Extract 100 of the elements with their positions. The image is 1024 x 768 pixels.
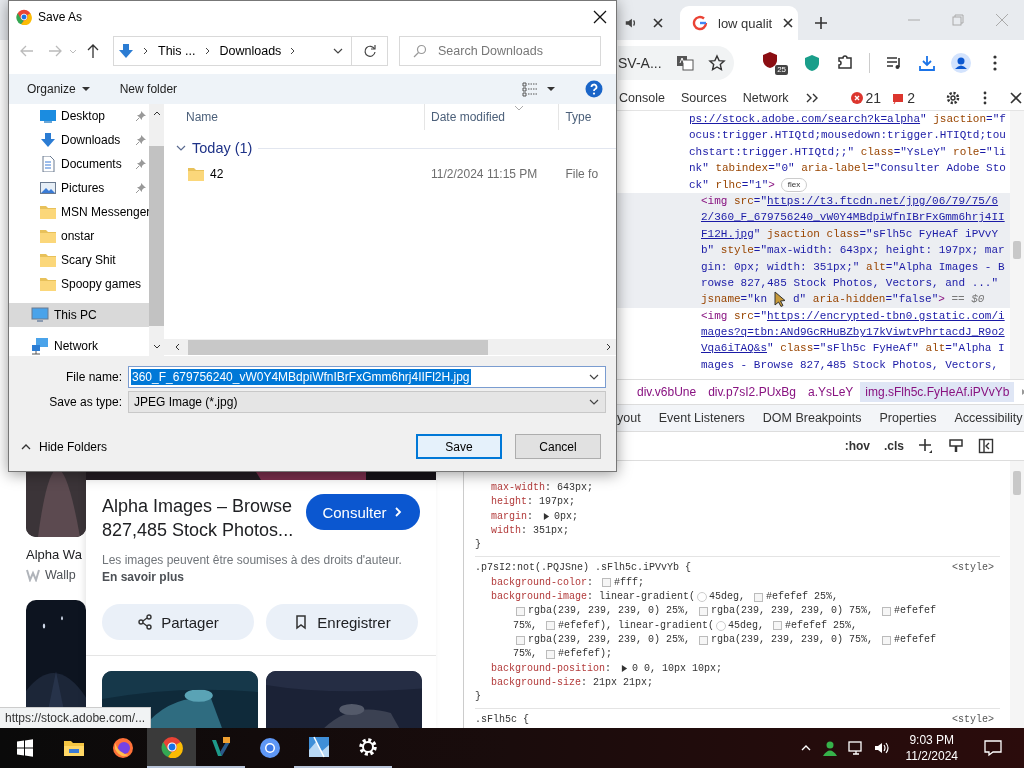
nav-item[interactable]: Pictures [9, 176, 149, 200]
css-property[interactable]: background-position [491, 661, 606, 676]
css-value[interactable]: 0px; [554, 509, 579, 524]
new-folder-button[interactable]: New folder [119, 82, 178, 96]
panel-tab[interactable]: DOM Breakpoints [762, 411, 862, 425]
column-header[interactable]: Name [164, 104, 425, 130]
address-field[interactable]: This ... Downloads [113, 36, 388, 66]
action-button[interactable]: Enregistrer [266, 604, 418, 640]
nav-item[interactable]: Scary Shit [9, 248, 149, 272]
code-text: ="sFlh5c FyHeAf iPVvY [859, 226, 999, 242]
devtools-tab[interactable]: Network [742, 90, 789, 105]
css-value[interactable]: 45deg, [728, 618, 771, 633]
address-bar[interactable]: SV-A... [618, 45, 735, 80]
group-header[interactable]: Today (1) [192, 140, 253, 156]
code-text: rowse 827,485 Stock Photos, Vectors, and ..." [701, 275, 999, 291]
css-property[interactable]: max-width [491, 481, 545, 496]
css-value[interactable]: 45deg, [709, 590, 752, 605]
css-value[interactable]: : [605, 661, 618, 676]
nav-item[interactable]: Desktop [9, 104, 149, 128]
panel-tab[interactable]: Event Listeners [658, 411, 745, 425]
css-property[interactable]: background-image [491, 590, 587, 605]
css-value[interactable]: #efefef); [558, 647, 613, 662]
code-text: chstart:trigger.HTIQtd;;" [689, 144, 855, 160]
css-value[interactable]: : 21px 21px; [581, 675, 654, 691]
breadcrumb[interactable]: div.p7sI2.PUxBg [703, 382, 801, 402]
column-header[interactable]: Type [559, 104, 616, 130]
css-value[interactable]: #fff; [614, 575, 645, 591]
code-link[interactable]: F12H.jpg [701, 225, 754, 243]
result-title[interactable]: Alpha Wa [26, 547, 86, 562]
save-button[interactable]: Save [416, 434, 502, 459]
css-value[interactable]: 75%, [513, 647, 543, 662]
code-link[interactable]: https://encrypted-tbn0.gstatic.com/i [767, 307, 1005, 325]
error-count[interactable]: 21 [865, 89, 882, 106]
visit-button[interactable]: Consulter [306, 494, 420, 530]
code-text: ="f [986, 112, 1006, 127]
css-value[interactable]: rgba(239, 239, 239, 0) 25%, [528, 632, 697, 648]
file-name-field[interactable]: 360_F_679756240_vW0Y4MBdpiWfnIBrFxGmm6hrj4IIFl2H.jpg [128, 366, 606, 388]
code-text: role [952, 144, 980, 160]
file-type-dropdown[interactable]: JPEG Image (*.jpg) [128, 391, 606, 413]
css-value[interactable]: : 643px; [545, 481, 594, 496]
nav-item[interactable]: Network [9, 334, 149, 356]
action-button[interactable]: Partager [102, 604, 254, 640]
css-value[interactable]: #efefef [894, 604, 937, 619]
css-value[interactable]: : 197px; [527, 495, 576, 510]
organize-menu[interactable]: Organize [27, 82, 90, 96]
panel-tab[interactable]: Properties [879, 411, 937, 425]
devtools-tab[interactable]: Console [619, 90, 665, 105]
nav-item[interactable]: This PC [9, 303, 149, 327]
code-link[interactable]: ps://stock.adobe.com/search?k=alpha [689, 111, 921, 128]
browser-tab[interactable]: low qualit [680, 6, 798, 40]
filter-toggle[interactable]: .cls [884, 439, 904, 453]
preview-title[interactable]: Alpha Images – Browse 827,485 Stock Photos... [102, 494, 302, 542]
nav-item[interactable]: Downloads [9, 128, 149, 152]
css-value[interactable]: : 351px; [521, 523, 570, 539]
panel-tab[interactable]: yout [617, 411, 641, 425]
css-property[interactable]: background-size [491, 675, 581, 691]
extension-button[interactable]: 25 [761, 50, 789, 75]
nav-item[interactable]: Documents [9, 152, 149, 176]
code-link[interactable]: mages?q=tbn:ANd9GcRHuBZby17kViwtvPhrtacdJ_R9o2 [701, 324, 1005, 341]
hide-folders-toggle[interactable]: Hide Folders [21, 439, 108, 454]
css-property[interactable]: width [491, 523, 521, 539]
nav-item[interactable]: Spoopy games [9, 272, 149, 296]
css-value[interactable]: : [587, 575, 600, 591]
css-value[interactable]: rgba(239, 239, 239, 0) 25%, [528, 604, 697, 619]
column-header[interactable]: Date modified [425, 104, 560, 130]
filter-toggle[interactable]: :hov [844, 439, 870, 453]
code-link[interactable]: Vqa6iTAQ&s [701, 340, 767, 357]
file-row[interactable]: 42 11/2/2024 11:15 PM File fo [164, 163, 616, 185]
breadcrumb[interactable]: a.YsLeY [803, 382, 859, 402]
css-value[interactable]: #efefef 25%, [785, 618, 858, 633]
css-value[interactable]: #efefef), linear-gradient( [558, 618, 715, 633]
css-value[interactable]: : linear-gradient( [587, 590, 696, 605]
css-value[interactable]: 0 0, 10px 10px; [632, 661, 723, 676]
breadcrumb[interactable]: img.sFlh5c.FyHeAf.iPVvYb [860, 382, 1015, 402]
css-value[interactable]: rgba(239, 239, 239, 0) 75%, [711, 632, 880, 648]
panel-tab[interactable]: Accessibility [954, 411, 1023, 425]
css-selector[interactable]: .sFlh5c { [475, 713, 529, 728]
css-value[interactable]: 75%, [513, 618, 543, 633]
breadcrumb[interactable]: div.v6bUne [632, 382, 702, 402]
issue-count[interactable]: 2 [907, 89, 915, 106]
nav-item[interactable]: onstar [9, 224, 149, 248]
css-property[interactable]: background-color [491, 575, 587, 591]
style-source-link[interactable]: <style> [952, 561, 994, 576]
search-field[interactable]: Search Downloads [399, 36, 601, 66]
style-source-link[interactable]: <style> [952, 713, 994, 728]
css-brace: } [475, 538, 481, 553]
code-link[interactable]: https://t3.ftcdn.net/jpg/06/79/75/6 [767, 192, 999, 210]
css-value[interactable]: : [527, 509, 540, 524]
path-segment[interactable]: Downloads [219, 44, 282, 58]
css-value[interactable]: rgba(239, 239, 239, 0) 75%, [711, 604, 880, 619]
css-property[interactable]: margin [491, 509, 527, 524]
code-link[interactable]: 2/360_F_679756240_vW0Y4MBdpiWfnIBrFxGmm6hrj4II [701, 209, 1005, 226]
path-segment[interactable]: This ... [158, 44, 196, 58]
devtools-tab[interactable]: Sources [680, 90, 727, 105]
css-value[interactable]: #efefef [894, 632, 937, 648]
css-property[interactable]: height [491, 495, 527, 510]
css-value[interactable]: #efefef 25%, [766, 590, 839, 605]
clock[interactable]: 9:03 PM 11/2/2024 [905, 732, 958, 764]
css-selector[interactable]: .p7sI2:not(.PQJSne) .sFlh5c.iPVvYb { [475, 561, 692, 576]
cancel-button[interactable]: Cancel [515, 434, 601, 459]
